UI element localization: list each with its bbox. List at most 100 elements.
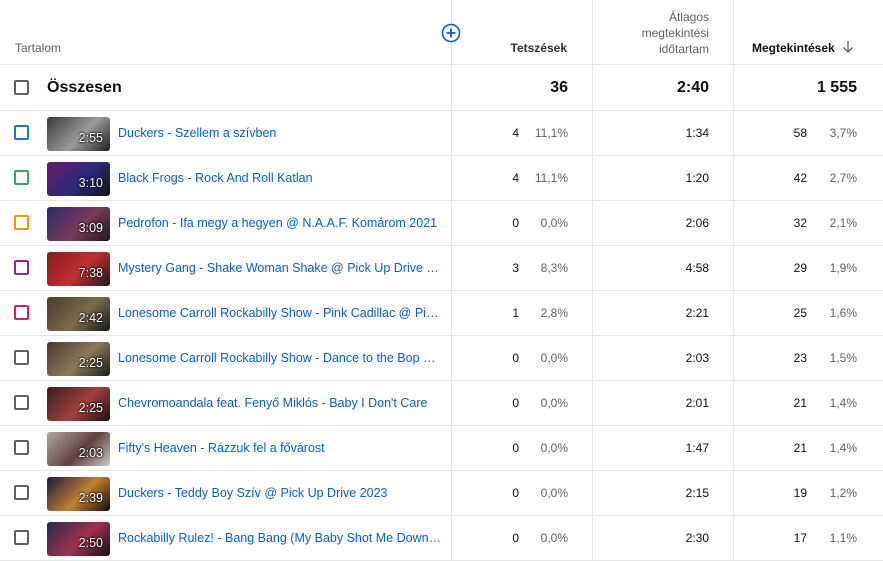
video-thumbnail[interactable]: 2:55 [47, 117, 110, 151]
row-checkbox[interactable] [14, 215, 29, 230]
row-checkbox[interactable] [14, 170, 29, 185]
column-header-content[interactable]: Tartalom [15, 41, 61, 55]
video-title-link[interactable]: Duckers - Szellem a szívben [118, 126, 444, 140]
table-header: Tartalom Tetszések Átlagos megtekintési … [0, 0, 883, 65]
row-likes-pct: 0,0% [540, 351, 568, 365]
table-row[interactable]: 2:50 Rockabilly Rulez! - Bang Bang (My Ba… [0, 516, 883, 561]
row-avg-duration: 4:58 [685, 261, 709, 275]
video-title-link[interactable]: Black Frogs - Rock And Roll Katlan [118, 171, 444, 185]
row-likes: 4 [512, 126, 519, 140]
video-thumbnail[interactable]: 7:38 [47, 252, 110, 286]
row-views: 29 [793, 261, 807, 275]
column-header-likes[interactable]: Tetszések [511, 41, 567, 55]
row-views-pct: 3,7% [829, 126, 857, 140]
row-views-pct: 1,1% [829, 531, 857, 545]
table-row[interactable]: 2:03 Fifty's Heaven - Rázzuk fel a főváro… [0, 426, 883, 471]
column-header-avg-line: időtartam [658, 42, 709, 56]
table-row[interactable]: 2:55 Duckers - Szellem a szívben 4 11,1% 1:3… [0, 111, 883, 156]
table-row[interactable]: 2:42 Lonesome Carroll Rockabilly Show - P… [0, 291, 883, 336]
video-thumbnail[interactable]: 2:03 [47, 432, 110, 466]
column-header-views[interactable]: Megtekintések [752, 41, 835, 55]
row-checkbox[interactable] [14, 440, 29, 455]
video-title-link[interactable]: Chevromoandala feat. Fenyő Miklós - Baby… [118, 396, 444, 410]
video-thumbnail[interactable]: 3:10 [47, 162, 110, 196]
video-thumbnail[interactable]: 2:42 [47, 297, 110, 331]
row-views: 58 [793, 126, 807, 140]
video-thumbnail[interactable]: 2:25 [47, 387, 110, 421]
row-avg-duration: 2:01 [685, 396, 709, 410]
video-duration: 2:03 [78, 446, 103, 460]
row-views: 17 [793, 531, 807, 545]
video-title-link[interactable]: Duckers - Teddy Boy Szív @ Pick Up Drive… [118, 486, 444, 500]
row-views: 19 [793, 486, 807, 500]
row-likes-pct: 0,0% [540, 531, 568, 545]
row-views-pct: 2,1% [829, 216, 857, 230]
video-title-link[interactable]: Mystery Gang - Shake Woman Shake @ Pick … [118, 261, 444, 275]
video-duration: 2:55 [78, 131, 103, 145]
column-header-avg-duration[interactable]: Átlagos megtekintési időtartam [642, 9, 709, 57]
row-views: 21 [793, 396, 807, 410]
sort-descending-icon[interactable] [842, 40, 854, 54]
video-thumbnail[interactable]: 2:25 [47, 342, 110, 376]
add-column-icon[interactable] [441, 23, 461, 43]
table-row[interactable]: 3:10 Black Frogs - Rock And Roll Katlan 4 1… [0, 156, 883, 201]
row-checkbox[interactable] [14, 530, 29, 545]
row-likes-pct: 0,0% [540, 216, 568, 230]
video-thumbnail[interactable]: 3:09 [47, 207, 110, 241]
analytics-table: Tartalom Tetszések Átlagos megtekintési … [0, 0, 883, 561]
video-title-link[interactable]: Lonesome Carroll Rockabilly Show - Pink … [118, 306, 444, 320]
row-likes: 0 [512, 531, 519, 545]
video-duration: 2:39 [78, 491, 103, 505]
video-title-link[interactable]: Fifty's Heaven - Rázzuk fel a fővárost [118, 441, 444, 455]
row-likes-pct: 8,3% [540, 261, 568, 275]
video-thumbnail[interactable]: 2:50 [47, 522, 110, 556]
row-checkbox[interactable] [14, 305, 29, 320]
row-likes-pct: 0,0% [540, 441, 568, 455]
row-likes: 4 [512, 171, 519, 185]
total-row: Összesen 36 2:40 1 555 [0, 65, 883, 111]
row-likes: 1 [512, 306, 519, 320]
row-likes: 0 [512, 351, 519, 365]
video-thumbnail[interactable]: 2:39 [47, 477, 110, 511]
table-row[interactable]: 3:09 Pedrofon - Ifa megy a hegyen @ N.A.A… [0, 201, 883, 246]
row-views: 32 [793, 216, 807, 230]
row-views-pct: 1,6% [829, 306, 857, 320]
row-checkbox[interactable] [14, 125, 29, 140]
row-checkbox[interactable] [14, 395, 29, 410]
row-views-pct: 2,7% [829, 171, 857, 185]
row-likes: 0 [512, 216, 519, 230]
row-avg-duration: 1:34 [685, 126, 709, 140]
row-avg-duration: 1:47 [685, 441, 709, 455]
row-views: 23 [793, 351, 807, 365]
table-row[interactable]: 2:25 Chevromoandala feat. Fenyő Miklós - … [0, 381, 883, 426]
column-header-avg-line: megtekintési [641, 26, 709, 40]
table-row[interactable]: 2:39 Duckers - Teddy Boy Szív @ Pick Up D… [0, 471, 883, 516]
video-title-link[interactable]: Rockabilly Rulez! - Bang Bang (My Baby S… [118, 531, 444, 545]
row-checkbox[interactable] [14, 260, 29, 275]
total-label: Összesen [47, 79, 122, 96]
total-avg-duration: 2:40 [676, 79, 709, 96]
row-avg-duration: 2:06 [685, 216, 709, 230]
row-avg-duration: 2:30 [685, 531, 709, 545]
table-row[interactable]: 2:25 Lonesome Carroll Rockabilly Show - D… [0, 336, 883, 381]
row-checkbox[interactable] [14, 350, 29, 365]
total-checkbox[interactable] [14, 80, 29, 95]
column-header-avg-line: Átlagos [668, 10, 709, 24]
row-likes: 0 [512, 486, 519, 500]
row-avg-duration: 2:03 [685, 351, 709, 365]
row-likes: 0 [512, 396, 519, 410]
row-likes-pct: 0,0% [540, 396, 568, 410]
video-title-link[interactable]: Lonesome Carroll Rockabilly Show - Dance… [118, 351, 444, 365]
table-row[interactable]: 7:38 Mystery Gang - Shake Woman Shake @ P… [0, 246, 883, 291]
video-duration: 7:38 [78, 266, 103, 280]
row-views-pct: 1,2% [829, 486, 857, 500]
total-likes: 36 [550, 79, 568, 96]
total-views: 1 555 [816, 79, 857, 96]
video-duration: 2:25 [78, 401, 103, 415]
row-views: 25 [793, 306, 807, 320]
video-duration: 2:42 [78, 311, 103, 325]
video-title-link[interactable]: Pedrofon - Ifa megy a hegyen @ N.A.A.F. … [118, 216, 444, 230]
row-checkbox[interactable] [14, 485, 29, 500]
row-views: 42 [793, 171, 807, 185]
row-avg-duration: 2:15 [685, 486, 709, 500]
